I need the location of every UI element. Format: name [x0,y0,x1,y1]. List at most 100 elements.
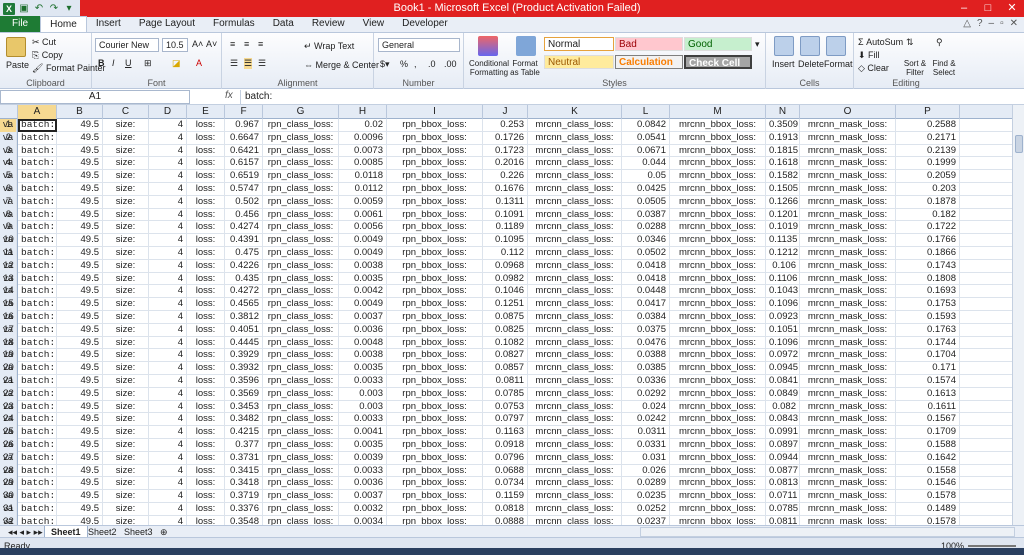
cell[interactable]: 0.0061 [339,208,387,222]
cell[interactable]: loss: [187,426,225,439]
cell[interactable]: 4 [149,119,187,132]
cell[interactable]: mrcnn_class_loss: [528,451,622,465]
style-check-cell[interactable]: Check Cell [684,55,752,69]
font-size-select[interactable]: 10.5 [162,38,188,52]
cell[interactable]: 0.024 [622,400,670,414]
cell[interactable]: 49.5 [57,195,103,209]
cell[interactable]: 0.1046 [483,285,528,299]
cell[interactable]: 0.0049 [339,246,387,260]
cell[interactable]: 0.3415 [225,464,263,478]
cell[interactable]: 0.0753 [483,400,528,414]
cell[interactable]: mrcnn_mask_loss: [800,234,896,247]
cell[interactable]: 0.0039 [339,451,387,465]
cell[interactable]: mrcnn_class_loss: [528,234,622,247]
cell[interactable]: va [0,131,18,145]
cell[interactable]: va [0,502,18,516]
workbook-close-icon[interactable]: ✕ [1010,16,1018,32]
cell[interactable]: 0.0036 [339,323,387,337]
cell[interactable]: 4 [149,272,187,286]
cell[interactable]: 4 [149,502,187,516]
sort-filter-icon[interactable]: ⇅ [906,37,914,48]
cell[interactable]: va [0,323,18,337]
cell[interactable]: size: [103,515,149,525]
cell[interactable]: mrcnn_mask_loss: [800,195,896,209]
cell[interactable]: 0.3482 [225,413,263,427]
tab-insert[interactable]: Insert [87,16,130,32]
cell[interactable]: 0.3569 [225,387,263,401]
cell[interactable]: rpn_bbox_loss: [387,182,483,196]
cell[interactable]: 4 [149,515,187,525]
borders-icon[interactable]: ⊞ [144,58,152,69]
cell[interactable]: 0.1096 [766,298,800,311]
cell[interactable]: 0.3509 [766,119,800,132]
cell[interactable]: 4 [149,195,187,209]
column-header-m[interactable]: M [670,105,766,119]
cell[interactable]: rpn_class_loss: [263,349,339,363]
cell[interactable]: size: [103,349,149,363]
cell[interactable]: 0.0033 [339,413,387,427]
column-header-a[interactable]: A [18,105,57,119]
cell[interactable]: mrcnn_mask_loss: [800,285,896,299]
cell[interactable]: 0.1613 [896,387,960,401]
tab-formulas[interactable]: Formulas [204,16,264,32]
cell[interactable]: mrcnn_class_loss: [528,208,622,222]
cell[interactable]: 0.1212 [766,246,800,260]
cell[interactable]: loss: [187,234,225,247]
cell[interactable]: 0.0671 [622,144,670,158]
cell[interactable]: 0.0375 [622,323,670,337]
cell[interactable]: 0.1546 [896,477,960,491]
cell[interactable]: rpn_bbox_loss: [387,490,483,503]
cell[interactable]: 0.0311 [622,426,670,439]
cell[interactable]: 0.1866 [896,246,960,260]
sort-filter-button[interactable]: Sort & Filter [902,59,928,77]
cell[interactable]: 0.4391 [225,234,263,247]
cell[interactable]: rpn_bbox_loss: [387,387,483,401]
cell[interactable]: 0.05 [622,170,670,183]
cell[interactable]: 0.0038 [339,349,387,363]
cell[interactable]: rpn_bbox_loss: [387,464,483,478]
cell[interactable]: mrcnn_mask_loss: [800,144,896,158]
copy-button[interactable]: ⎘ Copy [32,50,63,61]
cell[interactable]: 0.6519 [225,170,263,183]
cell[interactable]: rpn_bbox_loss: [387,502,483,516]
select-all-corner[interactable] [0,105,18,119]
cell[interactable]: size: [103,259,149,273]
redo-icon[interactable]: ↷ [48,3,60,15]
cell[interactable]: 0.502 [225,195,263,209]
cell[interactable]: 0.1744 [896,336,960,350]
cell[interactable]: va [0,374,18,388]
cell[interactable]: size: [103,400,149,414]
cell[interactable]: 0.1489 [896,502,960,516]
cell[interactable]: 0.082 [766,400,800,414]
cell[interactable]: 0.0292 [622,387,670,401]
cell[interactable]: 4 [149,221,187,235]
cell[interactable]: mrcnn_bbox_loss: [670,464,766,478]
cell[interactable]: 49.5 [57,298,103,311]
cell[interactable]: mrcnn_class_loss: [528,157,622,171]
cell[interactable]: mrcnn_class_loss: [528,349,622,363]
cell[interactable]: mrcnn_class_loss: [528,272,622,286]
cell[interactable]: va [0,246,18,260]
cell[interactable]: mrcnn_class_loss: [528,144,622,158]
cell[interactable]: mrcnn_mask_loss: [800,157,896,171]
cell[interactable]: 4 [149,144,187,158]
cell[interactable]: 0.0944 [766,451,800,465]
cell[interactable]: loss: [187,298,225,311]
cell[interactable]: 0.6421 [225,144,263,158]
cell[interactable]: 49.5 [57,515,103,525]
cell[interactable]: 4 [149,490,187,503]
cell[interactable]: loss: [187,182,225,196]
cell[interactable]: 0.2588 [896,119,960,132]
cell[interactable]: size: [103,336,149,350]
cell[interactable]: loss: [187,246,225,260]
cell[interactable]: 49.5 [57,157,103,171]
cell[interactable]: loss: [187,362,225,375]
cell[interactable]: loss: [187,502,225,516]
cell[interactable]: 0.0476 [622,336,670,350]
cell[interactable]: va [0,298,18,311]
cell[interactable]: va [0,464,18,478]
cell[interactable]: 0.0813 [766,477,800,491]
cell[interactable]: 0.6157 [225,157,263,171]
cell[interactable]: 4 [149,259,187,273]
cell[interactable]: batch: [18,234,57,247]
